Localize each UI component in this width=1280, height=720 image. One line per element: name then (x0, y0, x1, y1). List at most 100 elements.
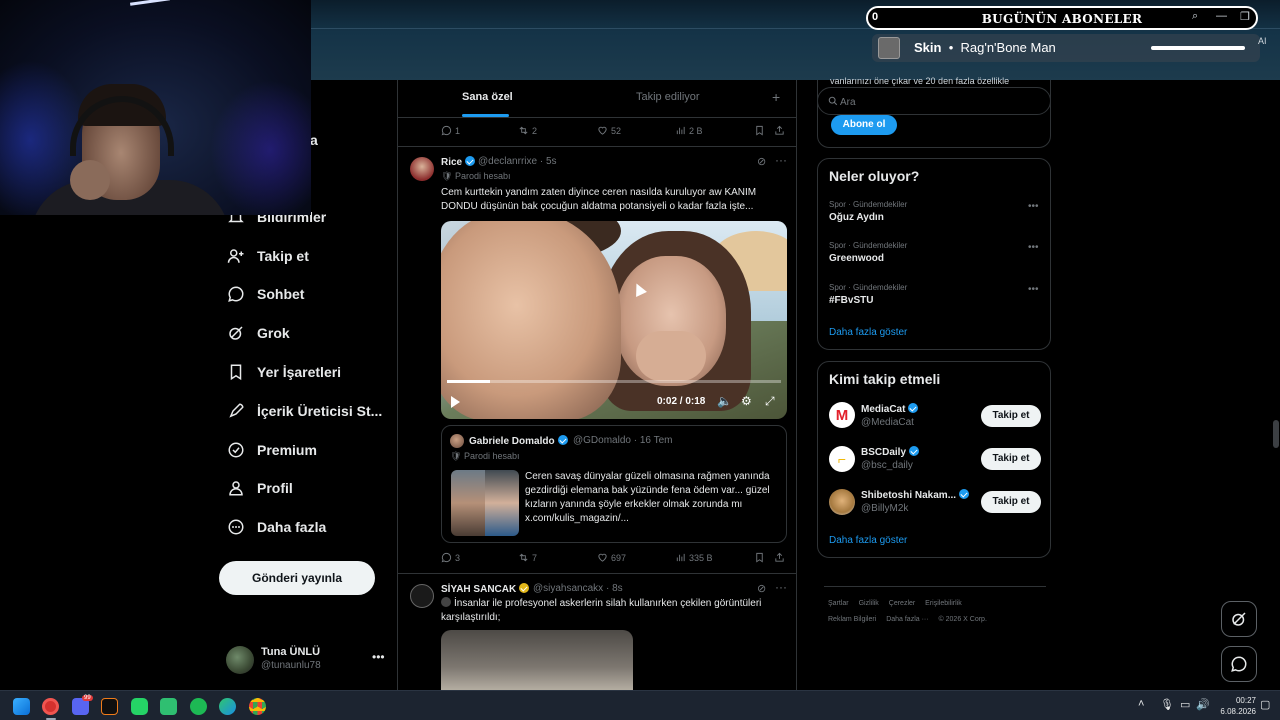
like-count: 697 (611, 553, 627, 563)
chrome-icon[interactable] (249, 698, 266, 715)
trends-show-more-link[interactable]: Daha fazla göster (829, 327, 907, 338)
tweet-media[interactable] (441, 630, 633, 690)
opera-gx-icon[interactable] (42, 698, 59, 715)
trends-title: Neler oluyor? (829, 168, 920, 184)
settings-icon[interactable]: ⚙ (741, 394, 752, 408)
add-tab-icon[interactable]: + (772, 89, 780, 105)
reply-button[interactable]: 3 (441, 552, 460, 563)
repost-count: 2 (532, 126, 538, 136)
sidebar-item-premium[interactable]: Premium (227, 436, 317, 464)
search-bar[interactable] (817, 87, 1051, 115)
footer-link[interactable]: Daha fazla ··· (886, 616, 928, 623)
sidebar-item-more[interactable]: Daha fazla (227, 513, 326, 541)
sidebar-item-label: Takip et (257, 248, 309, 264)
footer-link[interactable]: Şartlar (828, 600, 849, 607)
like-button[interactable]: 52 (597, 125, 621, 136)
volume-icon[interactable]: 🔈 (717, 394, 732, 408)
avatar[interactable] (829, 489, 855, 515)
grok-analyze-icon[interactable]: ⊘ (757, 582, 766, 595)
trend-name[interactable]: Greenwood (829, 253, 884, 264)
minimize-icon[interactable]: — (1216, 10, 1227, 22)
whatsapp-icon[interactable] (131, 698, 148, 715)
maximize-icon[interactable]: ❐ (1240, 10, 1250, 23)
grok-float-button[interactable] (1221, 601, 1257, 637)
tab-following[interactable]: Takip ediliyor (636, 91, 700, 103)
who-to-follow-card: Kimi takip etmeli M MediaCat @MediaCat T… (817, 361, 1051, 558)
tray-expand-icon[interactable]: ˄ (1138, 698, 1144, 710)
repost-button[interactable]: 2 (518, 125, 537, 136)
taskbar-clock[interactable]: 00:27 6.08.2026 (1216, 695, 1256, 717)
trend-more-icon[interactable]: ••• (1028, 242, 1039, 253)
suggestion-name[interactable]: BSCDaily (861, 446, 920, 458)
spotify-icon[interactable] (190, 698, 207, 715)
avatar[interactable]: M (829, 402, 855, 428)
premium-icon (227, 441, 245, 459)
like-button[interactable]: 697 (597, 552, 626, 563)
footer-link[interactable]: Gizlilik (859, 600, 879, 607)
footer-link[interactable]: Reklam Bilgileri (828, 616, 876, 623)
share-icon[interactable] (774, 125, 788, 136)
reply-button[interactable]: 1 (441, 125, 460, 136)
avatar[interactable]: ⌐ (829, 446, 855, 472)
volume-icon[interactable]: 🔊 (1196, 698, 1210, 711)
sidebar-item-grok[interactable]: Grok (227, 319, 290, 347)
avatar[interactable] (410, 584, 434, 608)
bookmark-tweet-icon[interactable] (754, 552, 768, 563)
suggestion-name[interactable]: Shibetoshi Nakam... (861, 489, 970, 501)
sidebar-item-follow[interactable]: Takip et (227, 242, 309, 270)
tweet-author-name[interactable]: Rice (441, 156, 476, 168)
app-icon[interactable] (160, 698, 177, 715)
trend-more-icon[interactable]: ••• (1028, 284, 1039, 295)
share-icon[interactable] (774, 552, 788, 563)
suggestion-name-text: Shibetoshi Nakam... (861, 490, 957, 501)
search-icon[interactable]: ⌕ (1192, 10, 1198, 23)
who-to-follow-show-more-link[interactable]: Daha fazla göster (829, 535, 907, 546)
avatar[interactable] (410, 157, 434, 181)
display-icon[interactable]: ▭ (1180, 698, 1190, 711)
sidebar-item-chat[interactable]: Sohbet (227, 280, 304, 308)
search-input[interactable] (840, 93, 1040, 111)
handle-text: @GDomaldo (573, 435, 631, 446)
microphone-icon[interactable]: 🎙 (1160, 698, 1174, 711)
views-button[interactable]: 335 B (675, 552, 713, 563)
fullscreen-icon[interactable]: ⤢ (765, 394, 775, 409)
suggestion-name[interactable]: MediaCat (861, 403, 919, 415)
follow-button[interactable]: Takip et (981, 491, 1041, 513)
trend-name[interactable]: Oğuz Aydın (829, 212, 884, 223)
account-switcher[interactable]: Tuna ÜNLÜ @tunaunlu78 ••• (226, 644, 386, 676)
tweet-video[interactable]: 0:02 / 0:18 🔈 ⚙ ⤢ (441, 221, 787, 419)
tweet-more-icon[interactable]: ··· (775, 580, 787, 594)
flag-icon (441, 597, 451, 607)
windows-start-icon[interactable] (13, 698, 30, 715)
bookmark-tweet-icon[interactable] (754, 125, 768, 136)
grok-analyze-icon[interactable]: ⊘ (757, 155, 766, 168)
footer-link[interactable]: Çerezler (889, 600, 915, 607)
account-more-icon[interactable]: ••• (372, 650, 385, 664)
notification-icon[interactable]: ▢ (1260, 698, 1270, 711)
subscribe-button[interactable]: Abone ol (831, 115, 897, 135)
messages-float-button[interactable] (1221, 646, 1257, 682)
sidebar-item-bookmarks[interactable]: Yer İşaretleri (227, 358, 341, 386)
tweet-more-icon[interactable]: ··· (775, 153, 787, 167)
post-button[interactable]: Gönderi yayınla (219, 561, 375, 595)
trend-more-icon[interactable]: ••• (1028, 201, 1039, 212)
trend-name[interactable]: #FBvSTU (829, 295, 873, 306)
video-progress-bar[interactable] (447, 380, 781, 383)
tweet-author-name[interactable]: SİYAH SANCAK (441, 583, 530, 595)
divider (398, 573, 796, 574)
sidebar-item-profile[interactable]: Profil (227, 474, 293, 502)
tab-for-you[interactable]: Sana özel (462, 91, 513, 103)
quoted-tweet[interactable]: Gabriele Domaldo @GDomaldo · 16 Tem 🛡 Pa… (441, 425, 787, 543)
play-icon[interactable] (451, 396, 460, 408)
edge-icon[interactable] (219, 698, 236, 715)
scrollbar[interactable] (1273, 420, 1279, 448)
views-button[interactable]: 2 B (675, 125, 703, 136)
footer-link[interactable]: Erişilebilirlik (925, 600, 962, 607)
more-icon (227, 518, 245, 536)
repost-button[interactable]: 7 (518, 552, 537, 563)
follow-button[interactable]: Takip et (981, 448, 1041, 470)
sidebar-item-label: Daha fazla (257, 519, 327, 535)
streaming-app-icon[interactable] (101, 698, 118, 715)
sidebar-item-creator-studio[interactable]: İçerik Üreticisi St... (227, 397, 382, 425)
follow-button[interactable]: Takip et (981, 405, 1041, 427)
